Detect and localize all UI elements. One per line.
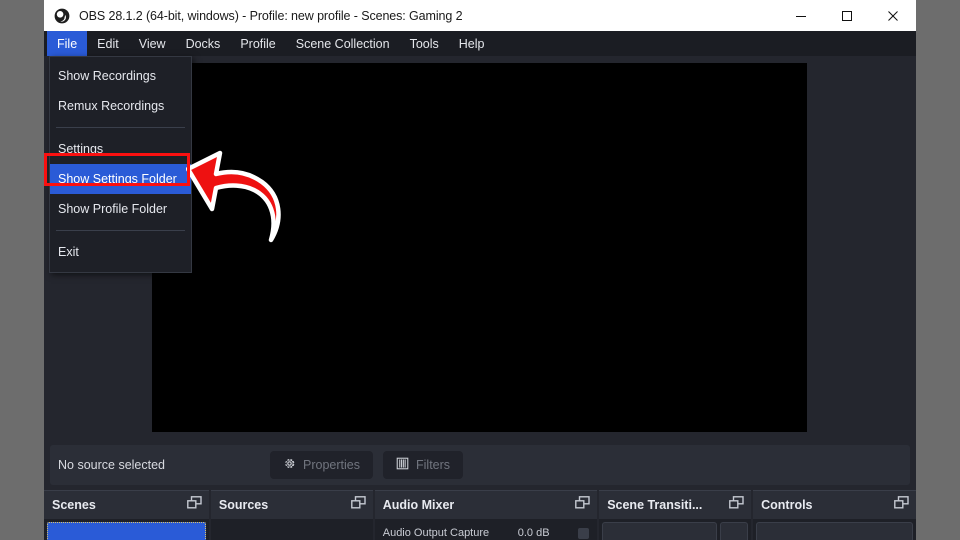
menu-item-file-label: File bbox=[57, 37, 77, 51]
dock-controls: Controls bbox=[753, 490, 916, 540]
menu-item-view-label: View bbox=[139, 37, 166, 51]
dock-sources-body bbox=[211, 519, 373, 540]
source-toolbar: No source selected Properties bbox=[44, 440, 916, 490]
dock-controls-body bbox=[753, 519, 916, 540]
menu-item-edit-label: Edit bbox=[97, 37, 119, 51]
menu-item-view[interactable]: View bbox=[129, 31, 176, 56]
filters-icon bbox=[396, 457, 409, 473]
minimize-button[interactable] bbox=[778, 0, 824, 31]
dock-audio-mixer-title-bar: Audio Mixer bbox=[375, 491, 597, 519]
transition-select[interactable] bbox=[602, 522, 717, 540]
dock-sources-title: Sources bbox=[219, 498, 268, 512]
menu-option-remux-recordings[interactable]: Remux Recordings bbox=[50, 91, 191, 121]
dock-scene-transitions-body bbox=[599, 519, 751, 540]
no-source-selected-label: No source selected bbox=[58, 458, 165, 472]
menu-item-edit[interactable]: Edit bbox=[87, 31, 129, 56]
menu-item-tools-label: Tools bbox=[410, 37, 439, 51]
start-streaming-button[interactable] bbox=[756, 522, 913, 540]
menu-item-profile-label: Profile bbox=[240, 37, 275, 51]
window-title-bar: OBS 28.1.2 (64-bit, windows) - Profile: … bbox=[44, 0, 916, 31]
audio-mixer-channel-name: Audio Output Capture bbox=[383, 527, 489, 539]
menu-item-help-label: Help bbox=[459, 37, 485, 51]
float-dock-icon[interactable] bbox=[187, 496, 202, 514]
menu-item-docks-label: Docks bbox=[186, 37, 221, 51]
dock-scene-transitions-title-bar: Scene Transiti... bbox=[599, 491, 751, 519]
menu-item-docks[interactable]: Docks bbox=[176, 31, 231, 56]
dock-controls-title-bar: Controls bbox=[753, 491, 916, 519]
dock-sources-title-bar: Sources bbox=[211, 491, 373, 519]
menu-option-show-settings-folder[interactable]: Show Settings Folder bbox=[50, 164, 191, 194]
maximize-button[interactable] bbox=[824, 0, 870, 31]
menu-item-profile[interactable]: Profile bbox=[230, 31, 285, 56]
dock-sources: Sources bbox=[211, 490, 373, 540]
menu-option-settings-label: Settings bbox=[58, 142, 103, 156]
dock-scenes: Scenes bbox=[44, 490, 209, 540]
float-dock-icon[interactable] bbox=[729, 496, 744, 514]
dock-scenes-title: Scenes bbox=[52, 498, 96, 512]
menu-option-settings[interactable]: Settings bbox=[50, 134, 191, 164]
dock-scenes-title-bar: Scenes bbox=[44, 491, 209, 519]
window-controls bbox=[778, 0, 916, 31]
dock-audio-mixer-body: Audio Output Capture 0.0 dB bbox=[375, 519, 597, 540]
properties-button[interactable]: Properties bbox=[270, 451, 373, 479]
float-dock-icon[interactable] bbox=[351, 496, 366, 514]
menu-option-show-settings-folder-label: Show Settings Folder bbox=[58, 172, 177, 186]
menu-option-exit-label: Exit bbox=[58, 245, 79, 259]
menu-separator bbox=[56, 230, 185, 231]
dock-controls-title: Controls bbox=[761, 498, 812, 512]
dock-row: Scenes Sources bbox=[44, 490, 916, 540]
audio-mixer-channel[interactable]: Audio Output Capture 0.0 dB bbox=[378, 522, 594, 540]
transition-controls-row bbox=[602, 522, 748, 540]
menu-option-show-recordings-label: Show Recordings bbox=[58, 69, 156, 83]
transition-properties-button[interactable] bbox=[720, 522, 748, 540]
close-button[interactable] bbox=[870, 0, 916, 31]
menu-option-show-profile-folder-label: Show Profile Folder bbox=[58, 202, 167, 216]
float-dock-icon[interactable] bbox=[575, 496, 590, 514]
preview-canvas[interactable] bbox=[152, 63, 807, 432]
obs-main-window: OBS 28.1.2 (64-bit, windows) - Profile: … bbox=[44, 0, 916, 540]
menu-item-scene-collection[interactable]: Scene Collection bbox=[286, 31, 400, 56]
obs-logo-icon bbox=[54, 8, 70, 24]
menu-option-show-recordings[interactable]: Show Recordings bbox=[50, 61, 191, 91]
source-toolbar-inner: No source selected Properties bbox=[50, 445, 910, 485]
menu-option-exit[interactable]: Exit bbox=[50, 237, 191, 267]
menu-item-help[interactable]: Help bbox=[449, 31, 495, 56]
menu-item-scene-collection-label: Scene Collection bbox=[296, 37, 390, 51]
dock-audio-mixer: Audio Mixer Audio Output Capture 0.0 dB bbox=[375, 490, 597, 540]
file-dropdown-menu: Show Recordings Remux Recordings Setting… bbox=[49, 56, 192, 273]
menu-separator bbox=[56, 127, 185, 128]
audio-mixer-settings-icon[interactable] bbox=[578, 528, 589, 539]
window-title-text: OBS 28.1.2 (64-bit, windows) - Profile: … bbox=[79, 9, 462, 23]
menu-item-file[interactable]: File bbox=[47, 31, 87, 56]
float-dock-icon[interactable] bbox=[894, 496, 909, 514]
gear-icon bbox=[283, 457, 296, 473]
filters-button-label: Filters bbox=[416, 458, 450, 472]
filters-button[interactable]: Filters bbox=[383, 451, 463, 479]
dock-audio-mixer-title: Audio Mixer bbox=[383, 498, 455, 512]
dock-scene-transitions: Scene Transiti... bbox=[599, 490, 751, 540]
scene-list-item-selected[interactable] bbox=[47, 522, 206, 540]
properties-button-label: Properties bbox=[303, 458, 360, 472]
dock-scene-transitions-title: Scene Transiti... bbox=[607, 498, 702, 512]
audio-mixer-channel-level: 0.0 dB bbox=[518, 527, 550, 539]
source-list-item[interactable] bbox=[214, 522, 370, 540]
menu-bar: File Edit View Docks Profile Scene Colle… bbox=[44, 31, 916, 56]
menu-option-remux-recordings-label: Remux Recordings bbox=[58, 99, 164, 113]
menu-option-show-profile-folder[interactable]: Show Profile Folder bbox=[50, 194, 191, 224]
menu-item-tools[interactable]: Tools bbox=[400, 31, 449, 56]
dock-scenes-body bbox=[44, 519, 209, 540]
